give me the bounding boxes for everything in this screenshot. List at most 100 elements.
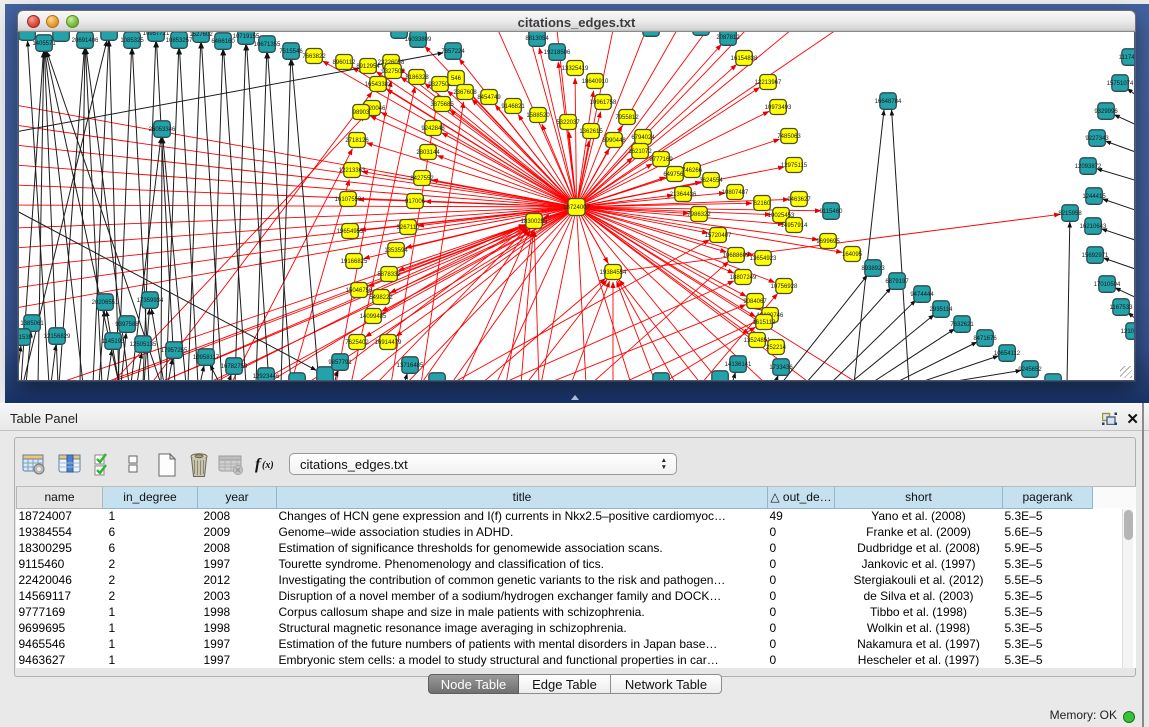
- svg-text:1362615: 1362615: [579, 129, 603, 135]
- svg-text:1085325: 1085325: [120, 38, 144, 44]
- svg-text:546: 546: [451, 76, 462, 82]
- svg-text:9146821: 9146821: [501, 104, 525, 110]
- svg-text:7663822: 7663822: [302, 54, 326, 60]
- svg-text:13524851: 13524851: [744, 338, 771, 344]
- svg-text:17010504: 17010504: [1094, 282, 1121, 288]
- svg-text:10807487: 10807487: [722, 190, 749, 196]
- svg-text:19654955: 19654955: [337, 229, 364, 235]
- svg-text:16033809: 16033809: [405, 37, 432, 43]
- svg-text:7625402: 7625402: [345, 340, 369, 346]
- svg-text:13716485: 13716485: [397, 363, 424, 369]
- svg-text:8471676: 8471676: [973, 336, 997, 342]
- svg-text:1405571: 1405571: [32, 41, 56, 47]
- svg-text:12923446: 12923446: [253, 374, 280, 380]
- svg-text:8960112: 8960112: [333, 60, 357, 66]
- svg-text:16154838: 16154838: [731, 56, 758, 62]
- svg-text:8990448: 8990448: [602, 138, 626, 144]
- svg-text:19218506: 19218506: [544, 50, 571, 56]
- svg-text:9115460: 9115460: [820, 209, 844, 215]
- svg-text:12505135: 12505135: [130, 342, 157, 348]
- svg-text:3624554: 3624554: [699, 178, 723, 184]
- svg-text:16648784: 16648784: [875, 99, 902, 105]
- svg-text:2803144: 2803144: [416, 150, 440, 156]
- svg-text:2087812: 2087812: [716, 35, 740, 41]
- svg-text:13654923: 13654923: [750, 256, 777, 262]
- svg-text:1588520: 1588520: [526, 113, 550, 119]
- svg-text:15046756: 15046756: [346, 288, 373, 294]
- svg-text:9327503: 9327503: [381, 69, 405, 75]
- svg-text:18807249: 18807249: [730, 275, 757, 281]
- svg-text:98903: 98903: [353, 110, 370, 116]
- svg-text:26053346: 26053346: [149, 127, 176, 133]
- svg-text:18640910: 18640910: [582, 79, 609, 85]
- svg-text:1117412: 1117412: [1119, 55, 1135, 61]
- svg-text:7857224: 7857224: [441, 49, 465, 55]
- svg-text:10961758: 10961758: [590, 100, 617, 106]
- svg-text:10719155: 10719155: [233, 34, 260, 40]
- svg-text:6879197: 6879197: [885, 279, 909, 285]
- svg-text:9242848: 9242848: [421, 126, 445, 132]
- svg-text:8427552: 8427552: [410, 176, 434, 182]
- svg-text:12213363: 12213363: [339, 168, 366, 174]
- svg-text:8186328: 8186328: [405, 75, 429, 81]
- svg-text:391539: 391539: [19, 335, 33, 341]
- svg-text:1353594: 1353594: [384, 248, 408, 254]
- svg-text:1244415: 1244415: [1082, 194, 1106, 200]
- svg-text:7986322: 7986322: [687, 212, 711, 218]
- svg-text:16543382: 16543382: [365, 82, 392, 88]
- svg-text:10654112: 10654112: [994, 351, 1021, 357]
- svg-text:13325419: 13325419: [562, 66, 589, 72]
- svg-text:9474444: 9474444: [910, 292, 934, 298]
- svg-text:7485063: 7485063: [777, 134, 801, 140]
- svg-text:252214: 252214: [766, 345, 787, 351]
- svg-text:14099485: 14099485: [360, 314, 387, 320]
- svg-text:17359934: 17359934: [137, 298, 164, 304]
- svg-text:12975115: 12975115: [781, 163, 808, 169]
- svg-text:9245652: 9245652: [1018, 367, 1042, 373]
- svg-text:62160: 62160: [754, 201, 771, 207]
- svg-text:20206551: 20206551: [92, 300, 119, 306]
- svg-text:15720407: 15720407: [705, 233, 732, 239]
- svg-text:7515546: 7515546: [279, 49, 303, 55]
- svg-text:9397588: 9397588: [115, 322, 139, 328]
- svg-text:18724007: 18724007: [563, 205, 590, 211]
- svg-text:8813054: 8813054: [525, 36, 549, 42]
- svg-text:16107553: 16107553: [335, 197, 362, 203]
- svg-text:1733436: 1733436: [769, 365, 793, 371]
- svg-text:10671355: 10671355: [254, 42, 281, 48]
- svg-text:18300295: 18300295: [521, 219, 548, 225]
- svg-text:10957721: 10957721: [143, 32, 170, 37]
- svg-text:8215958: 8215958: [1058, 211, 1082, 217]
- svg-text:2935114: 2935114: [930, 307, 954, 313]
- svg-text:8938923: 8938923: [861, 266, 885, 272]
- svg-text:2718126: 2718126: [345, 138, 369, 144]
- svg-text:1615112: 1615112: [753, 320, 777, 326]
- svg-text:(x): (x): [262, 460, 274, 471]
- svg-text:3875685: 3875685: [430, 102, 454, 108]
- svg-text:917006: 917006: [405, 199, 426, 205]
- svg-text:14136141: 14136141: [725, 362, 752, 368]
- svg-text:9084067: 9084067: [743, 299, 767, 305]
- svg-text:2367608: 2367608: [453, 90, 477, 96]
- svg-text:12103034: 12103034: [1121, 329, 1135, 335]
- svg-text:9777169: 9777169: [649, 157, 673, 163]
- svg-text:9329996: 9329996: [1094, 109, 1118, 115]
- svg-text:164095: 164095: [842, 252, 863, 258]
- svg-text:16914479: 16914479: [375, 340, 402, 346]
- svg-text:15751074: 15751074: [1107, 81, 1134, 87]
- svg-text:1145193: 1145193: [102, 339, 126, 345]
- svg-text:9699695: 9699695: [816, 239, 840, 245]
- svg-text:12156829: 12156829: [44, 334, 71, 340]
- svg-text:17957255: 17957255: [161, 348, 188, 354]
- svg-text:1385061: 1385061: [20, 321, 44, 327]
- svg-text:20691406: 20691406: [72, 38, 99, 44]
- svg-text:f: f: [255, 456, 262, 473]
- svg-text:15692971: 15692971: [1082, 253, 1109, 259]
- svg-text:1167533: 1167533: [1110, 305, 1134, 311]
- svg-text:21364436: 21364436: [670, 192, 697, 198]
- svg-text:5322037: 5322037: [556, 120, 580, 126]
- svg-text:10973493: 10973493: [765, 105, 792, 111]
- svg-text:12213967: 12213967: [755, 80, 782, 86]
- svg-text:10853257: 10853257: [166, 38, 193, 44]
- svg-text:9857791: 9857791: [328, 360, 352, 366]
